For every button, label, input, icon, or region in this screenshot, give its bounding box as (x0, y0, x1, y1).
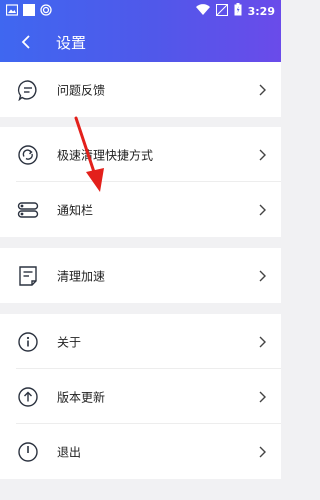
spiral-icon (40, 4, 52, 19)
settings-screen: 3:29 设置 问题反馈 极速清理快捷方式 通知栏 清理加速 关于 版本更新 退… (0, 0, 281, 500)
battery-icon (234, 3, 242, 19)
settings-group-about: 关于 版本更新 退出 (0, 314, 281, 479)
document-clean-icon (16, 264, 40, 288)
chevron-right-icon (259, 204, 266, 215)
notification-bar-icon (16, 198, 40, 222)
settings-item-label: 退出 (57, 445, 82, 459)
page-title: 设置 (56, 34, 87, 52)
power-icon (16, 440, 40, 464)
settings-item-label: 极速清理快捷方式 (57, 148, 154, 162)
settings-item-label: 版本更新 (57, 390, 106, 404)
feedback-chat-icon (16, 78, 40, 102)
settings-item-label: 问题反馈 (57, 83, 106, 97)
settings-item-label: 关于 (57, 335, 82, 349)
settings-item-about[interactable]: 关于 (0, 314, 281, 369)
back-button[interactable] (14, 30, 38, 54)
settings-group-feedback: 问题反馈 (0, 62, 281, 117)
signal-off-icon (215, 3, 228, 19)
status-time: 3:29 (247, 4, 275, 18)
settings-group-clean: 清理加速 (0, 248, 281, 303)
header-background: 3:29 设置 (0, 0, 281, 62)
settings-item-clean-speedup[interactable]: 清理加速 (0, 248, 281, 303)
settings-item-quick-clean-shortcut[interactable]: 极速清理快捷方式 (0, 127, 281, 182)
chevron-right-icon (259, 446, 266, 457)
settings-item-feedback[interactable]: 问题反馈 (0, 62, 281, 117)
settings-item-notification-bar[interactable]: 通知栏 (0, 182, 281, 237)
chevron-right-icon (259, 336, 266, 347)
chevron-right-icon (259, 391, 266, 402)
settings-group-shortcuts: 极速清理快捷方式 通知栏 (0, 127, 281, 237)
status-bar: 3:29 (0, 0, 281, 22)
upload-arrow-icon (16, 385, 40, 409)
settings-item-version-update[interactable]: 版本更新 (0, 369, 281, 424)
info-icon (16, 330, 40, 354)
chevron-right-icon (259, 149, 266, 160)
settings-item-label: 通知栏 (57, 203, 94, 217)
back-arrow-icon (21, 35, 30, 49)
gallery-icon (5, 4, 19, 19)
wifi-icon (195, 3, 210, 19)
chevron-right-icon (259, 84, 266, 95)
chevron-right-icon (259, 270, 266, 281)
settings-item-logout[interactable]: 退出 (0, 424, 281, 479)
square-icon (23, 4, 35, 19)
app-bar: 设置 (0, 22, 281, 62)
refresh-shortcut-icon (16, 143, 40, 167)
settings-item-label: 清理加速 (57, 269, 106, 283)
